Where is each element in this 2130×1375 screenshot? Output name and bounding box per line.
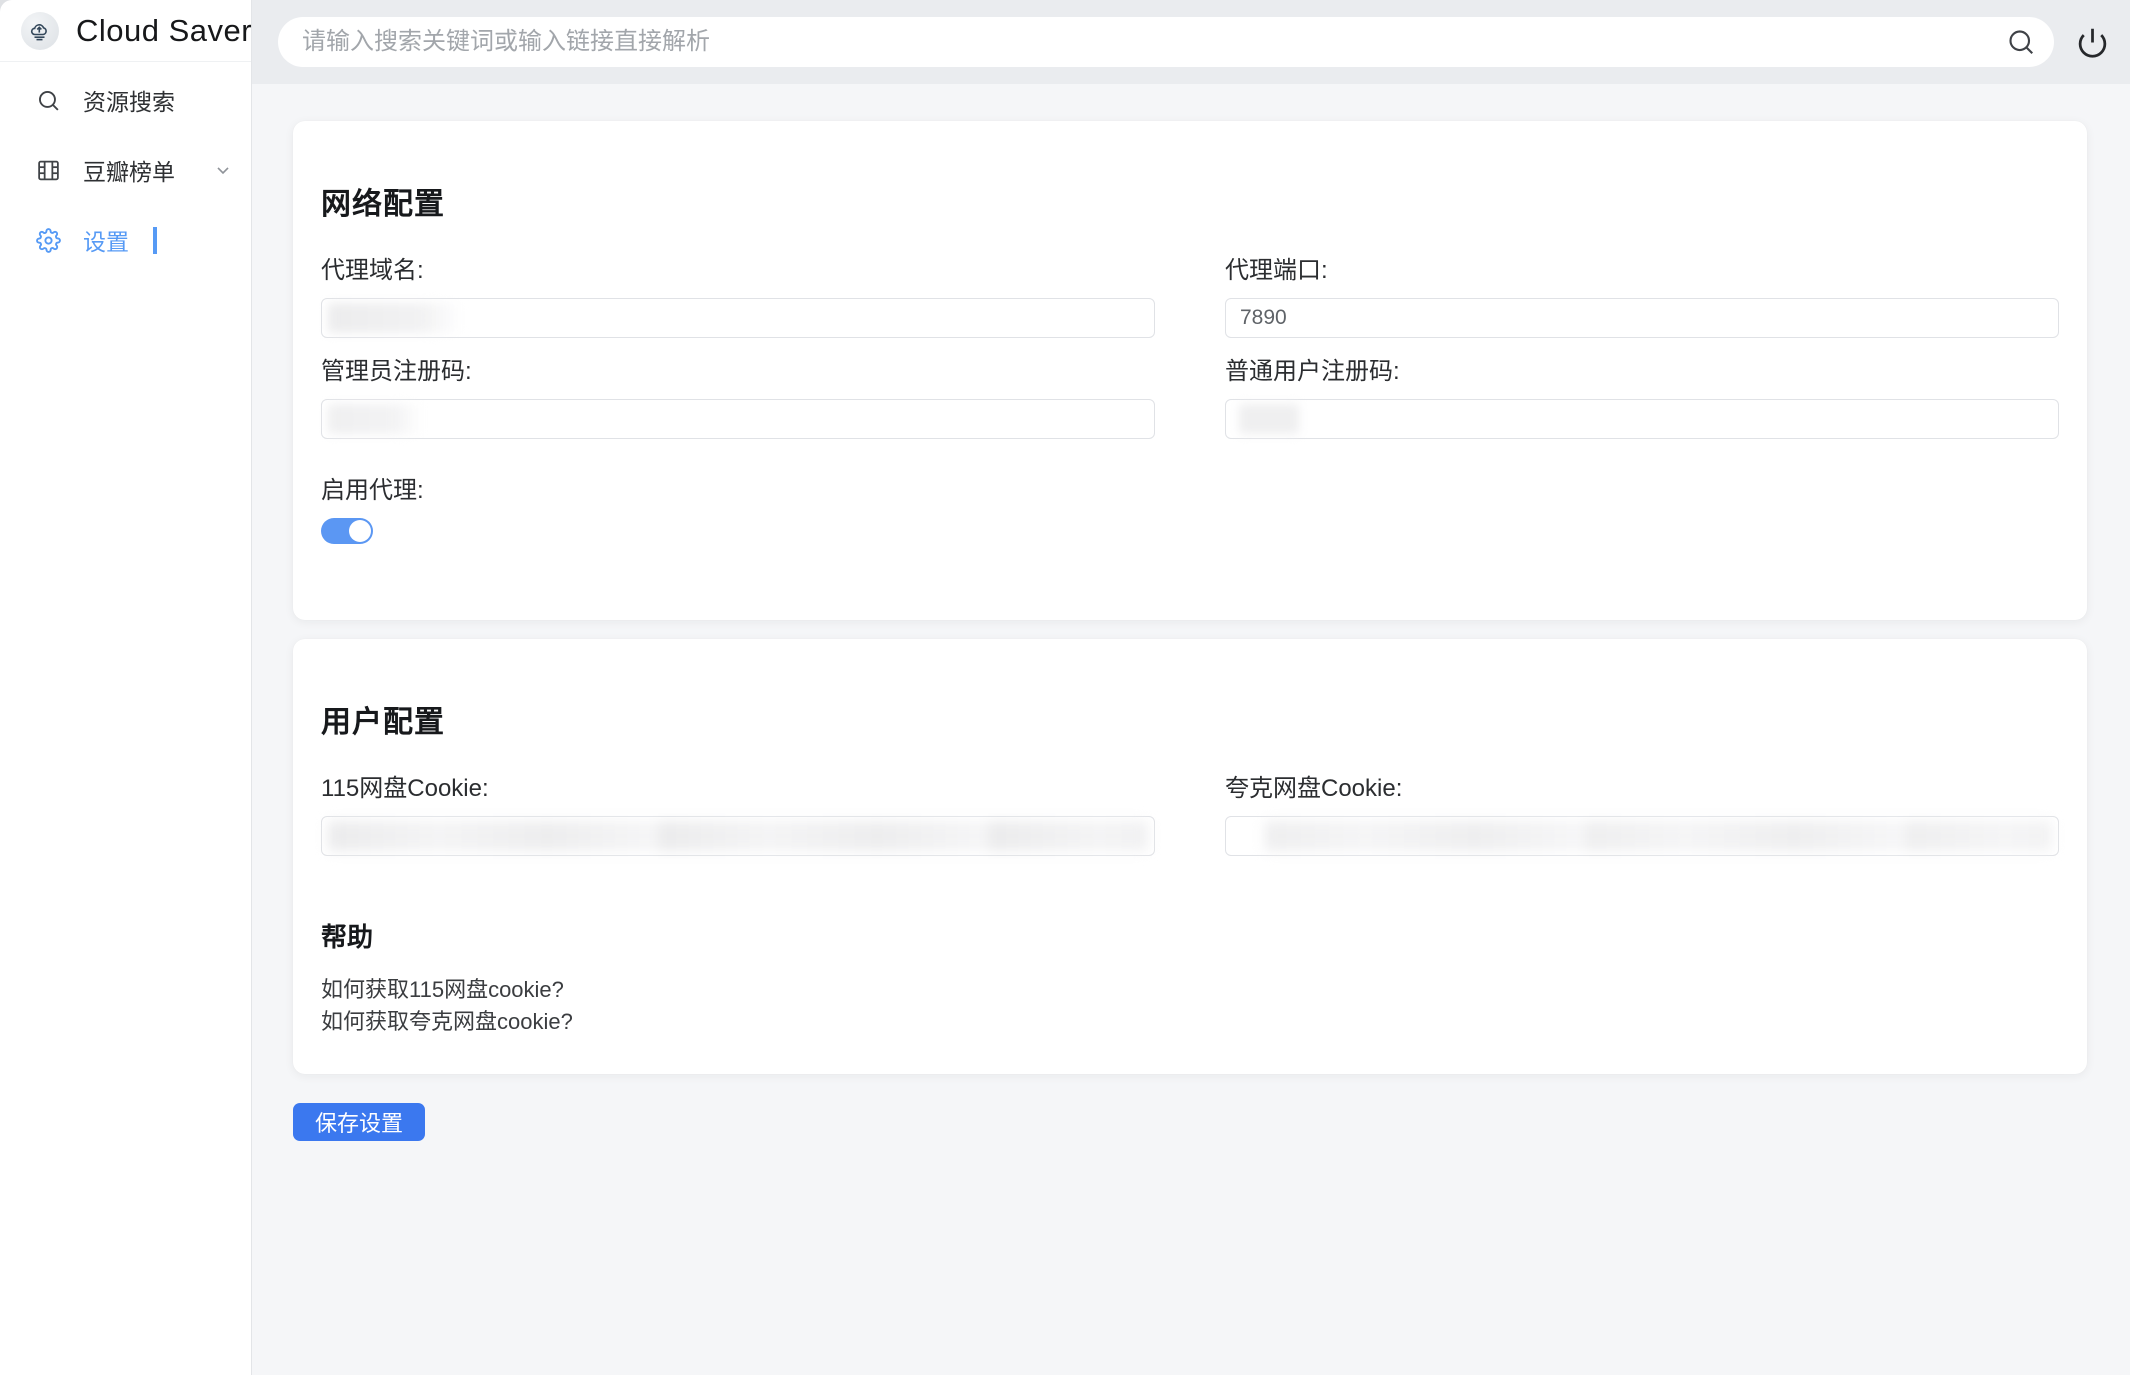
sidebar-item-label: 设置 [83,223,129,257]
save-settings-button[interactable]: 保存设置 [293,1103,425,1141]
app-title: Cloud Saver [76,13,252,49]
enable-proxy-label: 启用代理: [321,476,2059,506]
search-input[interactable] [302,28,2006,56]
sidebar-menu: 资源搜索 豆瓣榜单 [0,62,251,268]
text-cursor [153,227,157,254]
user-config-title: 用户配置 [321,697,2059,741]
network-config-title: 网络配置 [321,179,2059,223]
proxy-port-field: 代理端口: [1225,256,2059,338]
cookie-quark-input[interactable] [1225,816,2059,856]
help-links: 如何获取115网盘cookie? 如何获取夸克网盘cookie? [321,974,2059,1038]
enable-proxy-toggle[interactable] [321,518,373,544]
cloud-upload-icon [28,19,52,43]
app-logo-row: Cloud Saver [0,0,251,62]
user-code-label: 普通用户注册码: [1225,357,2059,387]
admin-code-label: 管理员注册码: [321,357,1155,387]
enable-proxy-field: 启用代理: [321,476,2059,544]
sidebar-item-label: 资源搜索 [83,83,175,117]
toggle-knob [349,520,371,542]
admin-code-input[interactable] [321,399,1155,439]
sidebar-item-douban-list[interactable]: 豆瓣榜单 [0,142,251,198]
help-link-115[interactable]: 如何获取115网盘cookie? [321,974,2059,1006]
film-grid-icon [36,158,61,183]
save-row: 保存设置 [293,1103,2087,1141]
proxy-domain-field: 代理域名: [321,256,1155,338]
power-icon [2076,26,2109,59]
cookie-115-input[interactable] [321,816,1155,856]
topbar [252,0,2130,84]
settings-page: 网络配置 代理域名: 代理端口: 管理员注册码: [252,84,2130,1375]
sidebar-item-label: 豆瓣榜单 [83,153,175,187]
help-title: 帮助 [321,917,2059,954]
chevron-down-icon[interactable] [213,160,233,180]
proxy-port-input[interactable] [1225,298,2059,338]
proxy-domain-input[interactable] [321,298,1155,338]
gear-icon [36,228,61,253]
cookie-115-field: 115网盘Cookie: [321,774,1155,856]
cookie-quark-field: 夸克网盘Cookie: [1225,774,2059,856]
user-config-form: 115网盘Cookie: 夸克网盘Cookie: [321,774,2059,875]
user-code-input[interactable] [1225,399,2059,439]
proxy-domain-label: 代理域名: [321,256,1155,286]
search-bar[interactable] [278,17,2054,67]
search-icon [36,88,61,113]
proxy-port-label: 代理端口: [1225,256,2059,286]
sidebar-item-resource-search[interactable]: 资源搜索 [0,72,251,128]
sidebar-item-settings[interactable]: 设置 [0,212,251,268]
network-config-form: 代理域名: 代理端口: 管理员注册码: 普通用户注 [321,256,2059,458]
power-button[interactable] [2068,18,2116,66]
admin-code-field: 管理员注册码: [321,357,1155,439]
app-logo [21,12,59,50]
search-icon[interactable] [2006,27,2036,57]
cookie-quark-label: 夸克网盘Cookie: [1225,774,2059,804]
sidebar: Cloud Saver 资源搜索 豆瓣榜单 [0,0,252,1375]
help-link-quark[interactable]: 如何获取夸克网盘cookie? [321,1006,2059,1038]
user-config-card: 用户配置 115网盘Cookie: 夸克网盘Cookie: 帮助 如何获取115… [293,639,2087,1074]
user-code-field: 普通用户注册码: [1225,357,2059,439]
cookie-115-label: 115网盘Cookie: [321,774,1155,804]
network-config-card: 网络配置 代理域名: 代理端口: 管理员注册码: [293,121,2087,620]
